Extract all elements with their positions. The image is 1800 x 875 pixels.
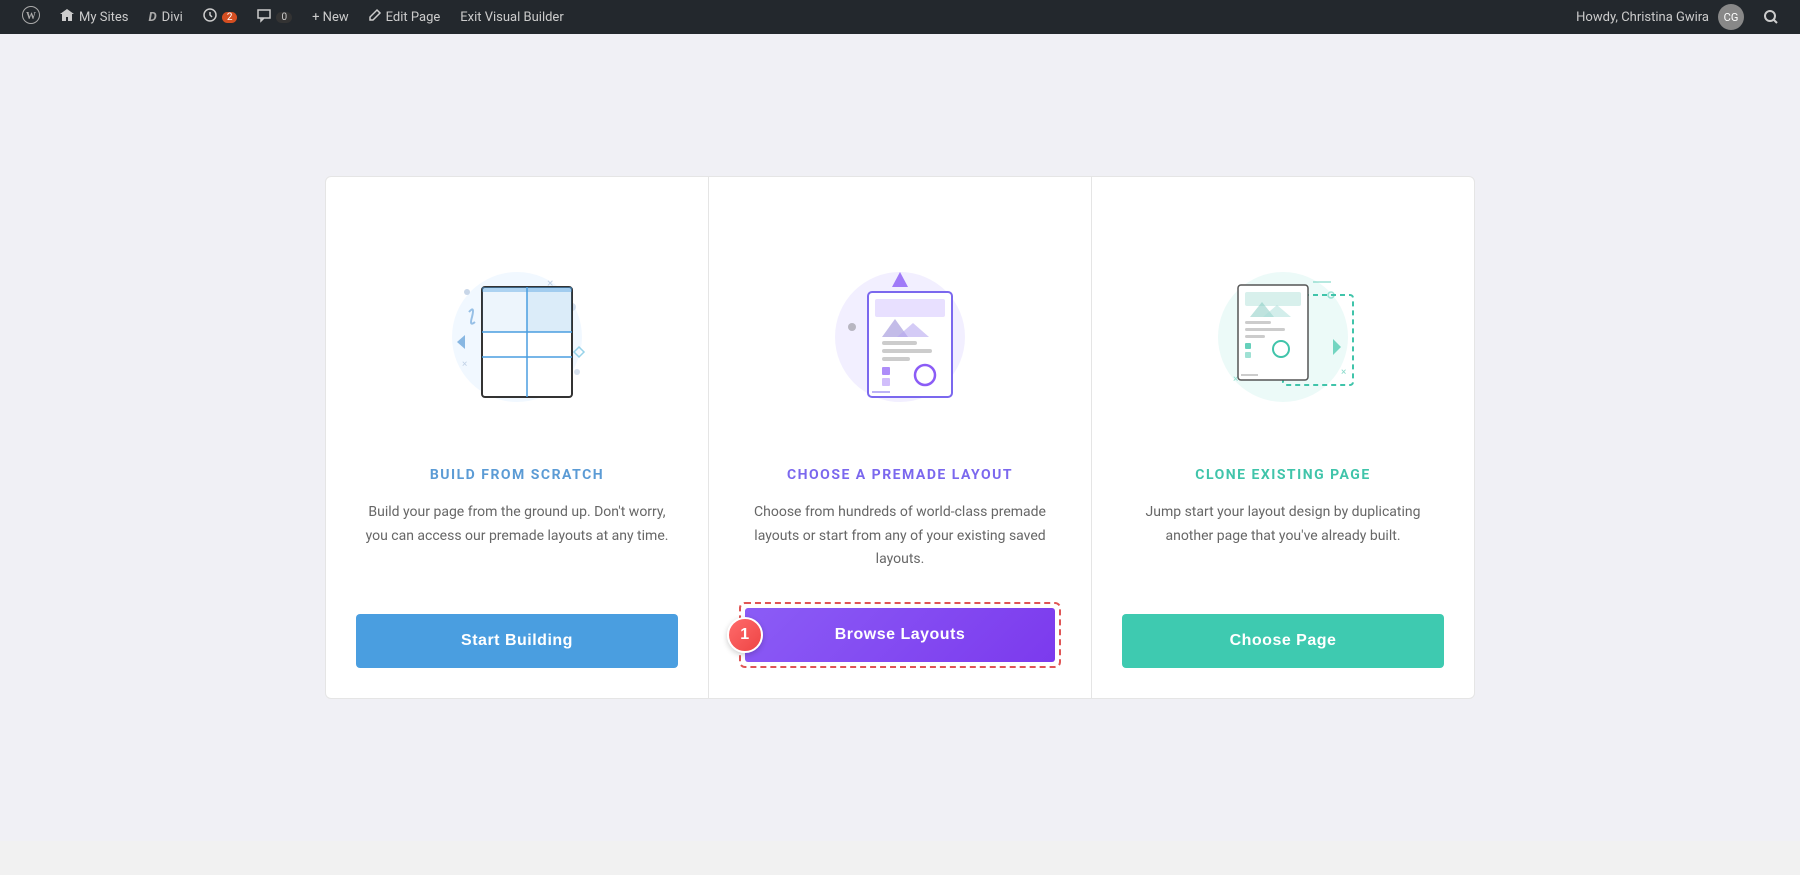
clone-title: CLONE EXISTING PAGE: [1195, 467, 1370, 483]
comments-icon: [257, 9, 271, 26]
admin-bar: W My Sites D Divi 2 0 + New Edit Page E: [0, 0, 1800, 34]
divi-icon: D: [148, 10, 156, 25]
my-sites-button[interactable]: My Sites: [50, 0, 138, 34]
admin-bar-right: Howdy, Christina Gwira CG: [1566, 0, 1788, 34]
exit-vb-button[interactable]: Exit Visual Builder: [450, 0, 573, 34]
search-button[interactable]: [1754, 0, 1788, 34]
edit-page-button[interactable]: Edit Page: [359, 0, 451, 34]
svg-text:W: W: [26, 11, 36, 22]
svg-text:×: ×: [462, 359, 467, 370]
new-label: + New: [312, 10, 349, 25]
premade-title: CHOOSE A PREMADE LAYOUT: [787, 467, 1013, 483]
clone-illustration: × ×: [1173, 217, 1393, 437]
cards-wrapper: × ×: [325, 176, 1475, 699]
new-content-button[interactable]: + New: [302, 0, 359, 34]
wp-logo-button[interactable]: W: [12, 0, 50, 34]
divi-label: Divi: [162, 10, 183, 25]
user-avatar: CG: [1718, 4, 1744, 30]
comments-count: 0: [276, 12, 292, 23]
browse-label: Browse Layouts: [835, 626, 966, 644]
updates-button[interactable]: 2: [193, 0, 248, 34]
updates-icon: [203, 8, 217, 26]
browse-btn-wrapper: 1 Browse Layouts: [739, 602, 1061, 668]
card-scratch: × ×: [325, 176, 709, 699]
card-clone: × ×: [1091, 176, 1475, 699]
start-building-button[interactable]: Start Building: [356, 614, 678, 668]
user-greeting-text: Howdy, Christina Gwira: [1576, 10, 1709, 25]
scratch-desc: Build your page from the ground up. Don'…: [356, 501, 678, 584]
comments-button[interactable]: 0: [247, 0, 302, 34]
updates-count: 2: [222, 12, 238, 23]
choose-page-button[interactable]: Choose Page: [1122, 614, 1444, 668]
pencil-icon: [369, 9, 381, 25]
card-premade: × –: [709, 176, 1091, 699]
svg-text:×: ×: [1341, 367, 1346, 378]
scratch-illustration: × ×: [407, 217, 627, 437]
main-content: × ×: [0, 34, 1800, 841]
browse-layouts-button[interactable]: 1 Browse Layouts: [745, 608, 1055, 662]
browse-badge: 1: [727, 617, 763, 653]
home-icon: [60, 9, 74, 25]
exit-vb-label: Exit Visual Builder: [460, 10, 563, 25]
clone-desc: Jump start your layout design by duplica…: [1122, 501, 1444, 584]
user-greeting[interactable]: Howdy, Christina Gwira CG: [1566, 0, 1754, 34]
wp-icon: W: [22, 6, 40, 29]
my-sites-label: My Sites: [79, 10, 128, 25]
premade-illustration: × –: [790, 217, 1010, 437]
edit-page-label: Edit Page: [386, 10, 441, 25]
scratch-title: BUILD FROM SCRATCH: [430, 467, 604, 483]
divi-button[interactable]: D Divi: [138, 0, 192, 34]
premade-desc: Choose from hundreds of world-class prem…: [739, 501, 1061, 572]
browse-btn-outer: 1 Browse Layouts: [739, 602, 1061, 668]
